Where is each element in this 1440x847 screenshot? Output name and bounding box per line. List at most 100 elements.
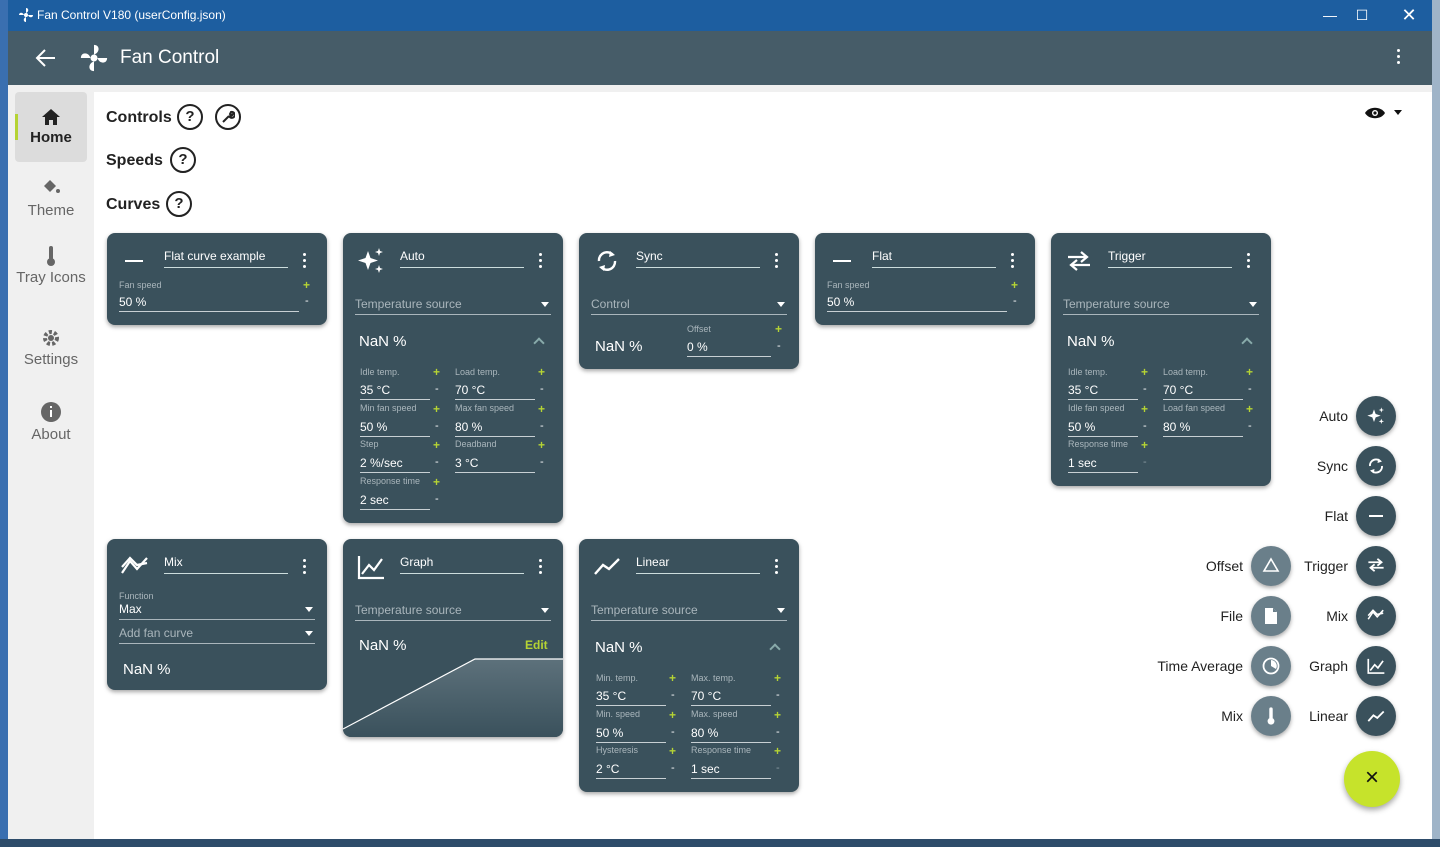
add-linear-button[interactable]	[1356, 696, 1396, 736]
max-speed-field[interactable]: 80 %	[691, 726, 771, 743]
load-speed-field[interactable]: 80 %	[1163, 420, 1243, 437]
decrement-button[interactable]: -	[1248, 383, 1252, 395]
collapse-chevron-icon[interactable]	[1241, 337, 1253, 349]
nav-tray-icons[interactable]: Tray Icons	[15, 245, 87, 305]
increment-button[interactable]: +	[538, 438, 545, 452]
close-window-button[interactable]: ✕	[1394, 4, 1424, 26]
nav-theme[interactable]: Theme	[15, 178, 87, 226]
curve-card-flat[interactable]: Flat Fan speed 50 % + -	[815, 233, 1035, 325]
step-field[interactable]: 2 %/sec	[360, 456, 430, 473]
decrement-button[interactable]: -	[540, 383, 544, 395]
decrement-button[interactable]: -	[435, 420, 439, 432]
temperature-source-select[interactable]: Temperature source	[355, 603, 551, 621]
deadband-field[interactable]: 3 °C	[455, 456, 535, 473]
add-time-average-button[interactable]	[1251, 646, 1291, 686]
add-sync-button[interactable]	[1356, 446, 1396, 486]
nav-about[interactable]: About	[15, 402, 87, 444]
collapse-chevron-icon[interactable]	[533, 337, 545, 349]
increment-button[interactable]: +	[433, 438, 440, 452]
add-flat-button[interactable]	[1356, 496, 1396, 536]
offset-field[interactable]: 0 %	[687, 340, 771, 357]
increment-button[interactable]: +	[303, 278, 310, 292]
temperature-source-select[interactable]: Temperature source	[355, 297, 551, 315]
response-time-field[interactable]: 1 sec	[691, 762, 771, 779]
curve-name[interactable]: Flat curve example	[164, 249, 288, 268]
speeds-help-button[interactable]: ?	[170, 147, 196, 173]
increment-button[interactable]: +	[433, 475, 440, 489]
increment-button[interactable]: +	[433, 365, 440, 379]
increment-button[interactable]: +	[774, 744, 781, 758]
min-temp-field[interactable]: 35 °C	[596, 689, 666, 706]
control-select[interactable]: Control	[591, 297, 787, 315]
card-menu-icon[interactable]	[775, 559, 779, 577]
minimize-button[interactable]: —	[1315, 4, 1345, 26]
increment-button[interactable]: +	[538, 365, 545, 379]
card-menu-icon[interactable]	[1011, 253, 1015, 271]
fan-speed-field[interactable]: 50 %	[827, 295, 1007, 312]
curve-card-sync[interactable]: Sync Control NaN % Offset 0 % + -	[579, 233, 799, 369]
increment-button[interactable]: +	[775, 322, 782, 336]
controls-help-button[interactable]: ?	[177, 104, 203, 130]
decrement-button[interactable]: -	[776, 762, 780, 774]
decrement-button[interactable]: -	[1248, 420, 1252, 432]
temperature-source-select[interactable]: Temperature source	[1063, 297, 1259, 315]
idle-temp-field[interactable]: 35 °C	[360, 383, 430, 400]
add-mix-button[interactable]	[1356, 596, 1396, 636]
hysteresis-field[interactable]: 2 °C	[596, 762, 666, 779]
max-temp-field[interactable]: 70 °C	[691, 689, 771, 706]
increment-button[interactable]: +	[774, 671, 781, 685]
decrement-button[interactable]: -	[1143, 456, 1147, 468]
curve-name[interactable]: Linear	[636, 555, 760, 574]
temperature-source-select[interactable]: Temperature source	[591, 603, 787, 621]
nav-home[interactable]: Home	[15, 92, 87, 162]
increment-button[interactable]: +	[1141, 365, 1148, 379]
function-select[interactable]: Max	[119, 602, 315, 620]
curves-help-button[interactable]: ?	[166, 191, 192, 217]
decrement-button[interactable]: -	[1143, 383, 1147, 395]
decrement-button[interactable]: -	[776, 726, 780, 738]
curve-card-flat-example[interactable]: Flat curve example Fan speed 50 % + -	[107, 233, 327, 325]
add-graph-button[interactable]	[1356, 646, 1396, 686]
add-offset-button[interactable]	[1251, 546, 1291, 586]
decrement-button[interactable]: -	[671, 726, 675, 738]
increment-button[interactable]: +	[433, 402, 440, 416]
decrement-button[interactable]: -	[776, 689, 780, 701]
decrement-button[interactable]: -	[435, 456, 439, 468]
visibility-dropdown[interactable]	[1364, 106, 1404, 122]
response-time-field[interactable]: 1 sec	[1068, 456, 1138, 473]
decrement-button[interactable]: -	[1143, 420, 1147, 432]
decrement-button[interactable]: -	[777, 340, 781, 352]
controls-wrench-button[interactable]	[215, 104, 241, 130]
fan-speed-field[interactable]: 50 %	[119, 295, 299, 312]
back-arrow-icon[interactable]	[35, 48, 57, 68]
card-menu-icon[interactable]	[539, 253, 543, 271]
decrement-button[interactable]: -	[1013, 295, 1017, 307]
curve-name[interactable]: Auto	[400, 249, 524, 268]
add-file-button[interactable]	[1251, 596, 1291, 636]
curve-name[interactable]: Mix	[164, 555, 288, 574]
decrement-button[interactable]: -	[435, 383, 439, 395]
load-temp-field[interactable]: 70 °C	[455, 383, 535, 400]
idle-speed-field[interactable]: 50 %	[1068, 420, 1138, 437]
curve-card-trigger[interactable]: Trigger Temperature source NaN % Idle te…	[1051, 233, 1271, 486]
max-speed-field[interactable]: 80 %	[455, 420, 535, 437]
nav-settings[interactable]: Settings	[15, 328, 87, 370]
collapse-chevron-icon[interactable]	[769, 643, 781, 655]
add-fan-curve-select[interactable]: Add fan curve	[119, 626, 315, 644]
curve-card-graph[interactable]: Graph Temperature source NaN % Edit	[343, 539, 563, 737]
curve-name[interactable]: Graph	[400, 555, 524, 574]
curve-card-auto[interactable]: Auto Temperature source NaN % Idle temp.…	[343, 233, 563, 523]
increment-button[interactable]: +	[1246, 402, 1253, 416]
decrement-button[interactable]: -	[435, 493, 439, 505]
curve-name[interactable]: Sync	[636, 249, 760, 268]
curve-card-mix[interactable]: Mix Function Max Add fan curve NaN %	[107, 539, 327, 690]
decrement-button[interactable]: -	[671, 689, 675, 701]
increment-button[interactable]: +	[1141, 438, 1148, 452]
maximize-button[interactable]: ☐	[1347, 4, 1377, 26]
card-menu-icon[interactable]	[303, 253, 307, 271]
increment-button[interactable]: +	[669, 744, 676, 758]
load-temp-field[interactable]: 70 °C	[1163, 383, 1243, 400]
response-time-field[interactable]: 2 sec	[360, 493, 430, 510]
decrement-button[interactable]: -	[540, 456, 544, 468]
add-auto-button[interactable]	[1356, 396, 1396, 436]
